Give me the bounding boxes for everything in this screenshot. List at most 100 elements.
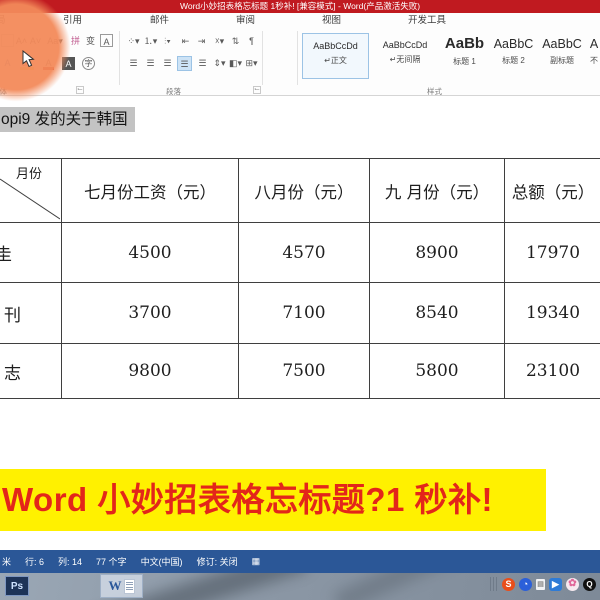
align-left-icon[interactable]: ☰ bbox=[126, 56, 141, 71]
value-cell[interactable]: 5800 bbox=[370, 344, 505, 399]
style-partial[interactable]: A 不 bbox=[588, 33, 600, 79]
header-cell[interactable]: 总额（元） bbox=[505, 159, 600, 223]
paragraph-dialog-launcher-icon[interactable]: ⌙ bbox=[253, 86, 261, 94]
keyboard-icon[interactable]: ▦ bbox=[252, 556, 261, 567]
tab-developer[interactable]: 开发工具 bbox=[408, 13, 446, 29]
font-color-icon[interactable]: A bbox=[42, 56, 55, 71]
font-size-box[interactable] bbox=[1, 34, 14, 47]
selected-text[interactable]: opi9 发的关于韩国 bbox=[0, 107, 135, 132]
tab-layout-partial[interactable]: 局 bbox=[0, 13, 6, 29]
header-cell[interactable]: 八月份（元） bbox=[239, 159, 370, 223]
font-color-bar bbox=[43, 67, 54, 70]
style-heading1[interactable]: AaBb 标题 1 bbox=[441, 33, 488, 79]
value-cell[interactable]: 9800 bbox=[62, 344, 239, 399]
value-cell[interactable]: 8540 bbox=[370, 283, 505, 344]
sogou-icon[interactable]: S bbox=[502, 578, 515, 591]
value-cell[interactable]: 7100 bbox=[239, 283, 370, 344]
value-cell[interactable]: 4570 bbox=[239, 223, 370, 283]
style-normal[interactable]: AaBbCcDd ↵正文 bbox=[302, 33, 369, 79]
wallpaper-shadow bbox=[333, 573, 487, 600]
value-cell[interactable]: 17970 bbox=[505, 223, 600, 283]
window-title: Word小妙招表格忘标题 1秒补! [兼容模式] - Word(产品激活失败) bbox=[0, 0, 600, 13]
text-effects-icon[interactable]: A bbox=[1, 56, 14, 71]
style-no-spacing[interactable]: AaBbCcDd ↵无间隔 bbox=[372, 33, 438, 79]
ribbon-tab-row: 局 引用 邮件 审阅 视图 开发工具 bbox=[0, 13, 600, 29]
style-subtitle[interactable]: AaBbC 副标题 bbox=[539, 33, 585, 79]
system-tray: S ◔ ▤ ▶ ✿ Q bbox=[490, 577, 596, 591]
corner-label: 月份 bbox=[16, 163, 42, 182]
enclose-character-icon[interactable]: 字 bbox=[82, 57, 95, 70]
status-column[interactable]: 列: 14 bbox=[58, 555, 82, 568]
status-line[interactable]: 行: 6 bbox=[25, 555, 44, 568]
value-cell[interactable]: 3700 bbox=[62, 283, 239, 344]
row-label-cell[interactable]: 志 bbox=[0, 344, 62, 399]
tab-references[interactable]: 引用 bbox=[63, 13, 82, 29]
ribbon: A˄ A˅ Aa▾ 拼 变 A A ab A A 字 ⁘▾ ⒈▾ ⫶▾ ⇤ ⇥ … bbox=[0, 29, 600, 96]
salary-table: 月份 七月份工资（元） 八月份（元） 九 月份（元） 总额（元） 圭 4500 … bbox=[0, 158, 600, 399]
word-taskbar-button[interactable]: W bbox=[100, 574, 143, 598]
value-cell[interactable]: 4500 bbox=[62, 223, 239, 283]
style-heading2[interactable]: AaBbC 标题 2 bbox=[491, 33, 536, 79]
player-icon[interactable]: ▶ bbox=[549, 578, 562, 591]
highlighted-banner[interactable]: Word 小妙招表格忘标题?1 秒补! bbox=[0, 469, 546, 531]
input-flower-icon[interactable]: ✿ bbox=[566, 578, 579, 591]
value-cell[interactable]: 19340 bbox=[505, 283, 600, 344]
value-cell[interactable]: 7500 bbox=[239, 344, 370, 399]
align-center-icon[interactable]: ☰ bbox=[143, 56, 158, 71]
multilevel-list-icon[interactable]: ⫶▾ bbox=[160, 34, 175, 49]
mouse-cursor-icon bbox=[22, 50, 37, 68]
character-style-icon[interactable]: 变 bbox=[84, 34, 97, 49]
tab-mailings[interactable]: 邮件 bbox=[150, 13, 169, 29]
character-shading-icon[interactable]: A bbox=[62, 57, 75, 70]
group-divider bbox=[119, 31, 120, 85]
group-divider bbox=[297, 31, 298, 85]
word-document-icon bbox=[124, 579, 135, 594]
increase-indent-icon[interactable]: ⇥ bbox=[194, 34, 209, 49]
line-spacing-icon[interactable]: ⇕▾ bbox=[212, 56, 227, 71]
header-cell[interactable]: 七月份工资（元） bbox=[62, 159, 239, 223]
tab-review[interactable]: 审阅 bbox=[236, 13, 255, 29]
shading-icon[interactable]: ◧▾ bbox=[228, 56, 243, 71]
status-track-changes[interactable]: 修订: 关闭 bbox=[197, 555, 238, 568]
table-row: 圭 4500 4570 8900 17970 bbox=[0, 223, 600, 283]
document-page[interactable]: opi9 发的关于韩国 月份 七月份工资（元） 八月份（元） 九 月份（元） 总… bbox=[0, 96, 600, 550]
qq-penguin-icon[interactable]: Q bbox=[583, 578, 596, 591]
grow-font-icon[interactable]: A˄ bbox=[15, 34, 28, 49]
shrink-font-icon[interactable]: A˅ bbox=[29, 34, 42, 49]
tab-view[interactable]: 视图 bbox=[322, 13, 341, 29]
align-right-icon[interactable]: ☰ bbox=[160, 56, 175, 71]
word-logo-icon: W bbox=[109, 578, 122, 594]
row-label-cell[interactable]: 圭 bbox=[0, 223, 62, 283]
justify-icon[interactable]: ☰ bbox=[177, 56, 192, 71]
value-cell[interactable]: 8900 bbox=[370, 223, 505, 283]
status-language[interactable]: 中文(中国) bbox=[141, 555, 183, 568]
character-border-icon[interactable]: A bbox=[100, 34, 113, 47]
font-dialog-launcher-icon[interactable]: ⌙ bbox=[76, 86, 84, 94]
asian-layout-icon[interactable]: ☓▾ bbox=[212, 34, 227, 49]
header-cell[interactable]: 九 月份（元） bbox=[370, 159, 505, 223]
corner-cell[interactable]: 月份 bbox=[0, 159, 62, 223]
status-word-count[interactable]: 77 个字 bbox=[96, 555, 127, 568]
value-cell[interactable]: 23100 bbox=[505, 344, 600, 399]
group-divider bbox=[262, 31, 263, 85]
show-marks-icon[interactable]: ¶ bbox=[244, 34, 259, 49]
tray-handle-icon[interactable] bbox=[490, 577, 498, 591]
phonetic-guide-icon[interactable]: 拼 bbox=[69, 34, 82, 49]
blue-ball-icon[interactable]: ◔ bbox=[519, 578, 532, 591]
note-icon[interactable]: ▤ bbox=[536, 579, 545, 590]
numbering-icon[interactable]: ⒈▾ bbox=[143, 34, 158, 49]
word-window: Word小妙招表格忘标题 1秒补! [兼容模式] - Word(产品激活失败) … bbox=[0, 0, 600, 600]
photoshop-taskbar-button[interactable]: Ps bbox=[5, 576, 29, 596]
table-header-row: 月份 七月份工资（元） 八月份（元） 九 月份（元） 总额（元） bbox=[0, 159, 600, 223]
row-label: 刊 bbox=[4, 301, 61, 326]
change-case-icon[interactable]: Aa▾ bbox=[45, 34, 65, 49]
sort-icon[interactable]: ⇅ bbox=[228, 34, 243, 49]
style-preview: AaBbC bbox=[491, 37, 536, 51]
bullets-icon[interactable]: ⁘▾ bbox=[126, 34, 141, 49]
row-label: 圭 bbox=[0, 240, 61, 265]
decrease-indent-icon[interactable]: ⇤ bbox=[178, 34, 193, 49]
borders-icon[interactable]: ⊞▾ bbox=[244, 56, 259, 71]
row-label-cell[interactable]: 刊 bbox=[0, 283, 62, 344]
style-label: 标题 2 bbox=[491, 55, 536, 66]
distributed-icon[interactable]: ☰ bbox=[195, 56, 210, 71]
